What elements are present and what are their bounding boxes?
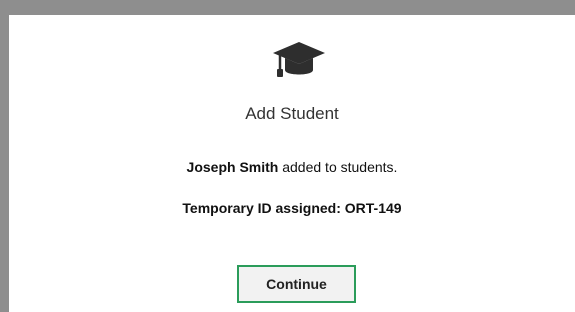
app-window: Add Student Joseph Smith added to studen…: [0, 0, 575, 312]
add-student-dialog: Add Student Joseph Smith added to studen…: [9, 15, 575, 312]
added-text: added to students.: [278, 159, 398, 175]
window-left-border: [0, 0, 9, 312]
continue-button[interactable]: Continue: [237, 265, 356, 303]
confirmation-message: Joseph Smith added to students.: [9, 159, 575, 175]
student-name: Joseph Smith: [186, 159, 279, 175]
dialog-title: Add Student: [245, 104, 339, 123]
window-top-border: [0, 0, 575, 15]
temporary-id-text: Temporary ID assigned: ORT-149: [182, 200, 402, 216]
graduation-cap-icon: [273, 42, 325, 77]
